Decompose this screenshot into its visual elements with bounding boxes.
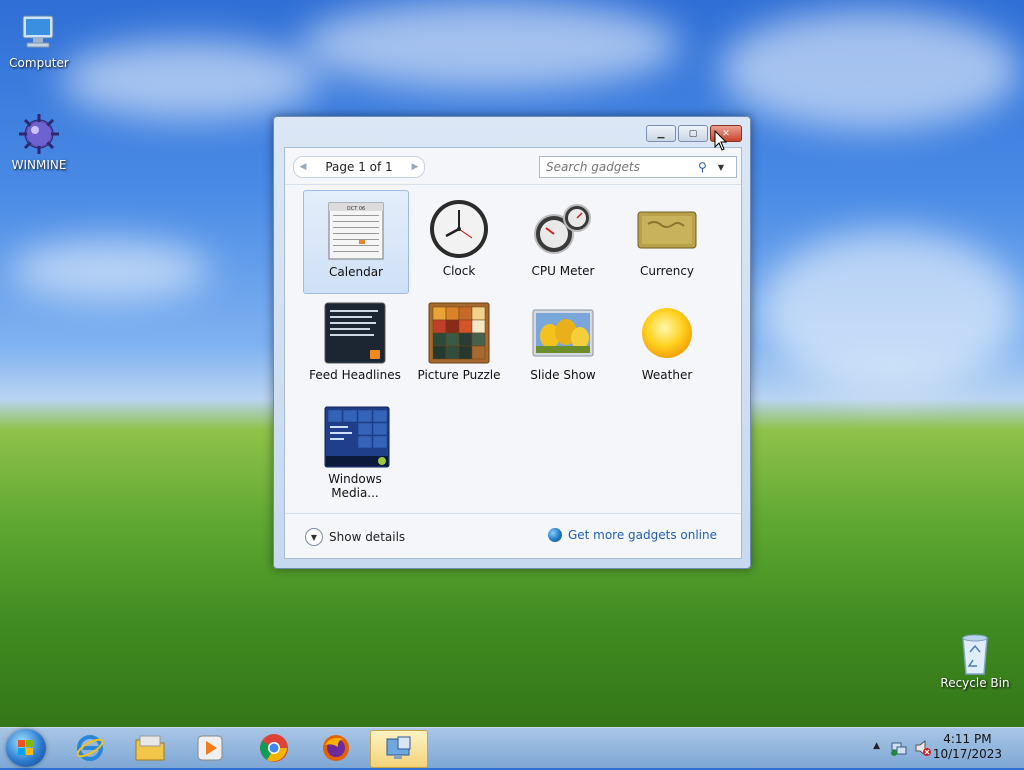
calendar-icon: OCT 06 [325,199,387,261]
file-explorer-icon [135,735,165,761]
maximize-icon: ▢ [688,128,698,139]
gadget-picture-puzzle[interactable]: Picture Puzzle [407,294,511,396]
feed-headlines-icon [324,302,386,364]
cpu-meter-icon [532,198,594,260]
media-player-icon [197,735,223,761]
gadget-label: Currency [639,264,695,278]
gadget-weather[interactable]: Weather [615,294,719,396]
gadget-label: Feed Headlines [309,368,401,382]
maximize-button[interactable]: ▢ [678,125,708,142]
mine-icon [15,112,63,156]
gadget-slide-show[interactable]: Slide Show [511,294,615,396]
gadget-currency[interactable]: Currency [615,190,719,292]
gadget-label: Slide Show [530,368,596,382]
windows-logo-icon [18,740,33,755]
gadget-label: Weather [641,368,693,382]
previous-page-button[interactable]: ◀ [294,162,312,172]
internet-explorer-icon [76,735,104,761]
gadget-label: Picture Puzzle [417,368,501,382]
get-more-label: Get more gadgets online [567,528,717,542]
show-hidden-icons-button[interactable]: ▲ [873,741,880,751]
taskbar-internet-explorer[interactable] [62,730,118,766]
cloud [720,10,1020,130]
desktop-icon-computer[interactable]: Computer [4,10,74,70]
cloud [760,230,1020,390]
gadgets-window[interactable]: ▁ ▢ ✕ ◀ Page 1 of 1 ▶ ⚲ ▼ [273,116,751,569]
network-icon[interactable] [890,739,908,757]
gadget-feed-headlines[interactable]: Feed Headlines [303,294,407,396]
chevron-down-icon[interactable]: ▼ [714,163,728,172]
gadget-label: CPU Meter [531,264,595,278]
taskbar-gadgets[interactable] [370,730,428,768]
gadget-cpu-meter[interactable]: CPU Meter [511,190,615,292]
chevron-down-icon: ▼ [305,528,323,546]
slide-show-icon [532,302,594,364]
gadget-label: Calendar [329,265,383,279]
clock-icon [428,198,490,260]
taskbar: ▲ 4:11 PM 10/17/2023 [0,727,1024,768]
show-details-button[interactable]: ▼ Show details [305,528,405,546]
get-more-gadgets-link[interactable]: Get more gadgets online [547,528,717,542]
search-box: ⚲ ▼ [539,156,737,178]
taskbar-media-player[interactable] [182,730,238,766]
cloud [300,0,680,90]
minimize-icon: ▁ [657,128,665,139]
globe-icon [547,528,562,542]
start-button[interactable] [6,729,46,767]
gadgets-icon [386,736,411,759]
minimize-button[interactable]: ▁ [646,125,676,142]
cloud [60,40,320,120]
gadget-label: Windows Media... [328,472,382,500]
gadget-windows-media[interactable]: Windows Media... [303,398,407,500]
taskbar-clock[interactable]: 4:11 PM 10/17/2023 [933,732,1002,762]
page-navigator: ◀ Page 1 of 1 ▶ [293,156,425,178]
currency-icon [636,198,698,260]
desktop-icon-label: Recycle Bin [940,676,1010,690]
chrome-icon [260,734,288,762]
gadget-gallery: ◀ Page 1 of 1 ▶ ⚲ ▼ OCT 06 [284,147,742,559]
calendar-month-label: OCT 06 [347,206,365,212]
weather-icon [636,302,698,364]
taskbar-file-explorer[interactable] [122,730,178,766]
recycle-bin-icon [951,630,999,675]
gadget-calendar[interactable]: OCT 06 Calendar [303,190,409,294]
search-input[interactable] [544,159,698,175]
search-icon[interactable]: ⚲ [698,160,714,174]
taskbar-firefox[interactable] [308,730,364,766]
computer-icon [15,10,63,54]
mouse-cursor-icon [714,130,728,151]
clock-time: 4:11 PM [943,732,992,746]
gallery-footer: ▼ Show details Get more gadgets online [285,513,741,558]
show-details-label: Show details [329,530,406,544]
desktop-icon-label: Computer [9,56,69,70]
gadget-label: Clock [442,264,476,278]
taskbar-chrome[interactable] [246,730,302,766]
gallery-toolbar: ◀ Page 1 of 1 ▶ ⚲ ▼ [285,148,741,185]
cloud [10,240,210,300]
desktop-icon-label: WINMINE [11,158,67,172]
desktop-icon-winmine[interactable]: WINMINE [4,112,74,172]
desktop-icon-recycle-bin[interactable]: Recycle Bin [940,630,1010,690]
windows-media-icon [324,406,390,468]
volume-muted-icon[interactable] [914,739,932,757]
firefox-icon [323,735,349,761]
page-label: Page 1 of 1 [325,160,393,174]
clock-date: 10/17/2023 [932,747,1002,761]
next-page-button[interactable]: ▶ [406,162,424,172]
picture-puzzle-icon [428,302,490,364]
gadget-clock[interactable]: Clock [407,190,511,292]
